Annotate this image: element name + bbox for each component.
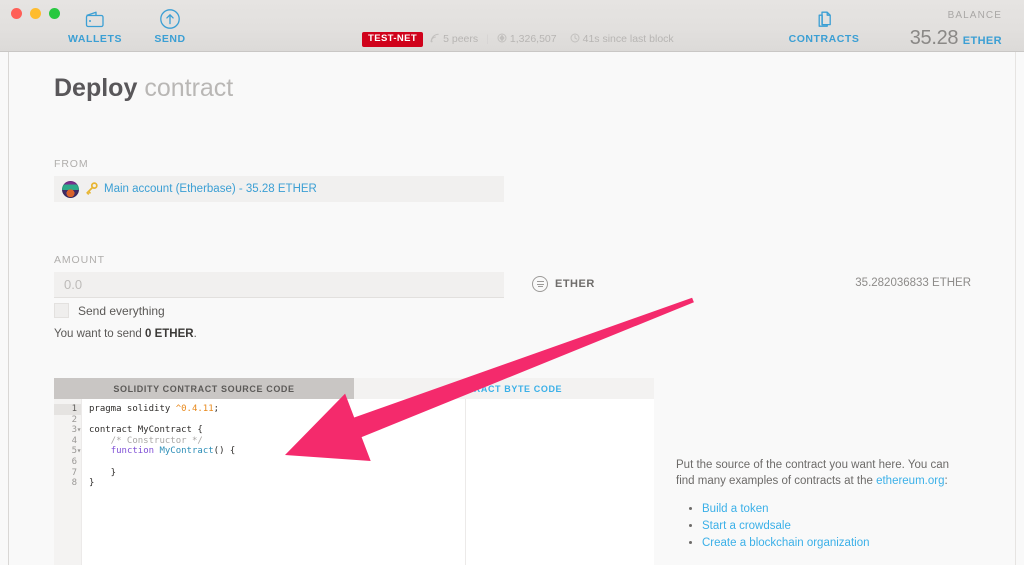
tab-contract-bytecode[interactable]: CONTRACT BYTE CODE bbox=[354, 378, 654, 399]
page-title-strong: Deploy bbox=[54, 74, 138, 102]
page-title-light: contract bbox=[144, 74, 234, 102]
amount-summary-prefix: You want to send bbox=[54, 328, 146, 340]
link-start-a-crowdsale[interactable]: Start a crowdsale bbox=[702, 520, 791, 532]
chevron-down-icon[interactable]: ▾ bbox=[77, 446, 82, 457]
editor-code-line: } bbox=[89, 468, 465, 479]
editor-line-number: 3 ▾ bbox=[71, 425, 82, 436]
block-number-label: 1,326,507 bbox=[509, 33, 557, 46]
code-token: MyContract bbox=[159, 446, 214, 457]
page-title: Deploy contract bbox=[54, 74, 233, 103]
amount-summary-value: 0 ETHER bbox=[145, 328, 194, 340]
code-token: /* Constructor */ bbox=[89, 435, 203, 446]
nav-item-contracts[interactable]: CONTRACTS bbox=[781, 8, 867, 45]
code-token: pragma solidity bbox=[89, 404, 176, 414]
info-text-after: : bbox=[944, 475, 948, 488]
last-block-time-label: 41s since last block bbox=[582, 33, 674, 46]
editor-code-line: /* Constructor */ bbox=[89, 436, 465, 447]
peer-count-label: 5 peers bbox=[443, 33, 479, 46]
identicon-avatar bbox=[62, 180, 79, 198]
info-paragraph: Put the source of the contract you want … bbox=[676, 457, 966, 490]
code-token: contract MyContract { bbox=[89, 425, 203, 436]
contract-editor: 1 2 3 ▾ 4 5 ▾ 6 7 8 pragma solidity ^0.4.11; cont… bbox=[54, 399, 654, 565]
send-everything-label: Send everything bbox=[78, 303, 165, 318]
balance-value: 35.28 ETHER bbox=[910, 28, 1002, 48]
amount-summary: You want to send 0 ETHER. bbox=[54, 328, 197, 340]
full-balance-value: 35.282036833 ETHER bbox=[855, 277, 971, 289]
amount-label: AMOUNT bbox=[54, 254, 105, 266]
editor-line-number: 6 bbox=[71, 456, 77, 467]
editor-code-line: } bbox=[89, 478, 465, 489]
nav-item-wallets[interactable]: WALLETS bbox=[52, 8, 138, 45]
amount-input[interactable] bbox=[54, 272, 504, 298]
from-account-select[interactable]: Main account (Etherbase) - 35.28 ETHER bbox=[54, 176, 504, 202]
tab-solidity-source[interactable]: SOLIDITY CONTRACT SOURCE CODE bbox=[54, 378, 354, 399]
balance-amount: 35.28 bbox=[909, 27, 959, 49]
code-token: ; bbox=[213, 404, 220, 414]
editor-code-line bbox=[89, 457, 465, 468]
signal-icon bbox=[430, 33, 440, 46]
editor-line-number: 1 bbox=[54, 404, 81, 415]
editor-line-number: 4 bbox=[71, 435, 77, 446]
status-badge-network: TEST-NET bbox=[362, 32, 424, 47]
balance-display: BALANCE 35.28 ETHER bbox=[910, 10, 1002, 49]
code-token: } bbox=[89, 467, 117, 478]
editor-code-line bbox=[89, 415, 465, 426]
nav-item-send-label: SEND bbox=[154, 33, 186, 45]
peer-count: 5 peers bbox=[430, 33, 478, 46]
clock-icon bbox=[570, 33, 580, 46]
editor-line-numbers: 1 2 3 ▾ 4 5 ▾ 6 7 8 bbox=[54, 399, 82, 565]
block-number: 1,326,507 bbox=[497, 33, 557, 46]
main-content: Deploy contract FROM Main account (Ether… bbox=[8, 52, 1016, 565]
link-build-a-token[interactable]: Build a token bbox=[702, 503, 769, 515]
ether-unit-icon bbox=[532, 276, 548, 292]
close-window-button[interactable] bbox=[11, 8, 22, 19]
info-panel: Put the source of the contract you want … bbox=[676, 457, 966, 552]
app-window: WALLETS SEND CONTRACTS TEST-NET 5 peers … bbox=[0, 0, 1024, 565]
from-label: FROM bbox=[54, 158, 89, 170]
unit-select[interactable]: ETHER bbox=[532, 276, 595, 292]
link-create-blockchain-organization[interactable]: Create a blockchain organization bbox=[702, 537, 870, 549]
editor-line-number: 7 bbox=[71, 467, 77, 478]
wallet-icon bbox=[84, 8, 106, 30]
unit-select-label: ETHER bbox=[555, 278, 595, 290]
solidity-source-editor[interactable]: pragma solidity ^0.4.11; contract MyCont… bbox=[82, 399, 466, 565]
nav-item-wallets-label: WALLETS bbox=[67, 33, 122, 45]
list-item: Start a crowdsale bbox=[702, 518, 966, 535]
code-token: () { bbox=[213, 446, 236, 457]
block-icon bbox=[497, 33, 507, 46]
info-link-list: Build a token Start a crowdsale Create a… bbox=[702, 501, 966, 552]
send-everything-checkbox[interactable] bbox=[54, 303, 69, 318]
send-up-arrow-icon bbox=[159, 8, 181, 30]
amount-summary-suffix: . bbox=[193, 328, 197, 340]
balance-unit: ETHER bbox=[962, 35, 1002, 47]
last-block-time: 41s since last block bbox=[570, 33, 674, 46]
key-icon bbox=[85, 181, 98, 197]
network-statusbar: TEST-NET 5 peers | 1,326,507 41s since l… bbox=[362, 32, 674, 47]
contract-bytecode-pane[interactable] bbox=[466, 399, 654, 565]
window-titlebar: WALLETS SEND CONTRACTS TEST-NET 5 peers … bbox=[0, 0, 1024, 52]
code-token: } bbox=[89, 478, 95, 489]
minimize-window-button[interactable] bbox=[30, 8, 41, 19]
documents-icon bbox=[813, 8, 835, 30]
from-account-label: Main account (Etherbase) - 35.28 ETHER bbox=[104, 183, 317, 195]
chevron-down-icon[interactable]: ▾ bbox=[77, 425, 82, 436]
nav-item-contracts-label: CONTRACTS bbox=[788, 33, 860, 45]
nav-item-send[interactable]: SEND bbox=[127, 8, 213, 45]
ethereum-org-link[interactable]: ethereum.org bbox=[876, 475, 944, 487]
list-item: Create a blockchain organization bbox=[702, 535, 966, 552]
code-token: ^0.4.11 bbox=[175, 404, 214, 414]
editor-code-line: contract MyContract { bbox=[89, 425, 465, 436]
editor-line-number: 2 bbox=[71, 414, 77, 425]
send-everything-row[interactable]: Send everything bbox=[54, 303, 165, 318]
editor-line-number: 5 ▾ bbox=[71, 446, 82, 457]
list-item: Build a token bbox=[702, 501, 966, 518]
editor-tabs: SOLIDITY CONTRACT SOURCE CODE CONTRACT B… bbox=[54, 378, 654, 399]
code-token: function bbox=[110, 446, 155, 457]
status-separator: | bbox=[486, 33, 489, 46]
editor-code-line: function MyContract() { bbox=[89, 446, 465, 457]
balance-label: BALANCE bbox=[947, 10, 1002, 21]
editor-line-number: 8 bbox=[71, 478, 77, 489]
editor-code-line: pragma solidity ^0.4.11; bbox=[89, 404, 465, 415]
